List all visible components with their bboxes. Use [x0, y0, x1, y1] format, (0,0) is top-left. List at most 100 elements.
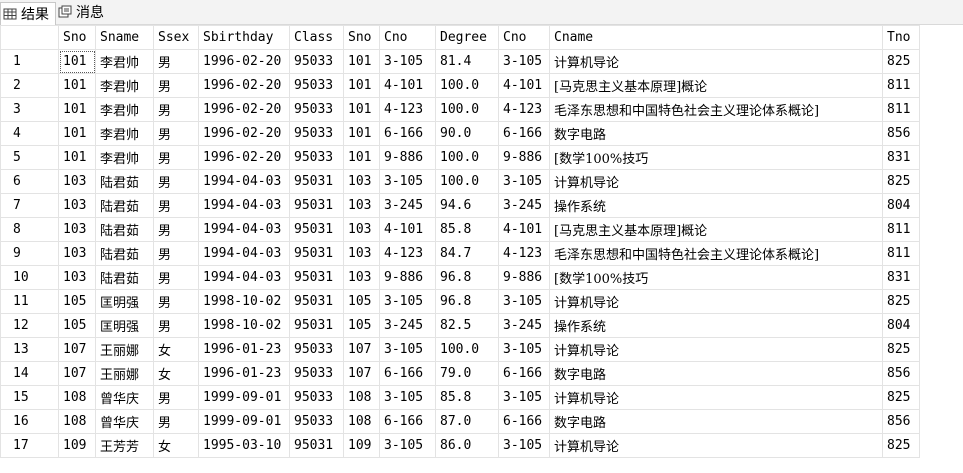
cell-cno[interactable]: 3-105 [379, 337, 436, 362]
column-header-row-number[interactable] [0, 25, 59, 50]
cell-cno[interactable]: 3-245 [379, 193, 436, 218]
cell-degree[interactable]: 100.0 [435, 145, 499, 170]
cell-sname[interactable]: 李君帅 [95, 73, 154, 98]
cell-cno-2[interactable]: 4-101 [498, 217, 550, 242]
cell-sno[interactable]: 101 [58, 121, 96, 146]
cell-tno[interactable]: 831 [882, 145, 920, 170]
cell-row-number[interactable]: 7 [0, 193, 59, 218]
cell-cno-2[interactable]: 3-245 [498, 313, 550, 338]
column-header-cno-2[interactable]: Cno [498, 25, 550, 50]
cell-sno-2[interactable]: 101 [343, 49, 380, 74]
cell-cname[interactable]: 操作系统 [549, 313, 883, 338]
cell-row-number[interactable]: 9 [0, 241, 59, 266]
cell-class[interactable]: 95033 [289, 121, 344, 146]
table-row[interactable]: 1 101 李君帅男 1996-02-20 95033 101 3-105 81.4 3-105… [0, 49, 920, 74]
cell-sname[interactable]: 王芳芳 [95, 433, 154, 458]
cell-sno-2[interactable]: 105 [343, 289, 380, 314]
cell-sno-2[interactable]: 101 [343, 73, 380, 98]
cell-cname[interactable]: 数字电路 [549, 361, 883, 386]
cell-cno[interactable]: 9-886 [379, 265, 436, 290]
cell-cname[interactable]: 计算机导论 [549, 385, 883, 410]
cell-sname[interactable]: 李君帅 [95, 97, 154, 122]
cell-tno[interactable]: 811 [882, 217, 920, 242]
cell-sbirthday[interactable]: 1996-02-20 [198, 73, 290, 98]
cell-sname[interactable]: 陆君茹 [95, 241, 154, 266]
column-header-sname[interactable]: Sname [95, 25, 154, 50]
column-header-cno[interactable]: Cno [379, 25, 436, 50]
cell-cno[interactable]: 6-166 [379, 121, 436, 146]
cell-cname[interactable]: 计算机导论 [549, 289, 883, 314]
cell-sno[interactable]: 103 [58, 169, 96, 194]
cell-ssex[interactable]: 男 [153, 241, 199, 266]
cell-sname[interactable]: 李君帅 [95, 121, 154, 146]
cell-cno[interactable]: 3-105 [379, 289, 436, 314]
cell-degree[interactable]: 100.0 [435, 73, 499, 98]
cell-sno-2[interactable]: 103 [343, 265, 380, 290]
cell-tno[interactable]: 825 [882, 337, 920, 362]
cell-ssex[interactable]: 男 [153, 145, 199, 170]
cell-cname[interactable]: [数学100%技巧 [549, 145, 883, 170]
cell-class[interactable]: 95033 [289, 409, 344, 434]
cell-cno-2[interactable]: 3-105 [498, 385, 550, 410]
cell-sno-2[interactable]: 103 [343, 169, 380, 194]
column-header-tno[interactable]: Tno [882, 25, 920, 50]
cell-cno-2[interactable]: 3-105 [498, 433, 550, 458]
cell-cno[interactable]: 3-105 [379, 433, 436, 458]
cell-degree[interactable]: 81.4 [435, 49, 499, 74]
cell-degree[interactable]: 96.8 [435, 265, 499, 290]
cell-sname[interactable]: 曾华庆 [95, 409, 154, 434]
cell-ssex[interactable]: 男 [153, 385, 199, 410]
cell-sno[interactable]: 101 [58, 145, 96, 170]
cell-sbirthday[interactable]: 1996-02-20 [198, 97, 290, 122]
cell-ssex[interactable]: 男 [153, 313, 199, 338]
cell-sname[interactable]: 王丽娜 [95, 361, 154, 386]
table-row[interactable]: 8 103 陆君茹男 1994-04-03 95031 103 4-101 85.8 4-101… [0, 217, 920, 242]
cell-sno[interactable]: 105 [58, 289, 96, 314]
cell-sno[interactable]: 103 [58, 241, 96, 266]
cell-sbirthday[interactable]: 1999-09-01 [198, 385, 290, 410]
cell-sbirthday[interactable]: 1994-04-03 [198, 265, 290, 290]
cell-class[interactable]: 95031 [289, 193, 344, 218]
table-row[interactable]: 15 108 曾华庆男 1999-09-01 95033 108 3-105 85.8 3-10… [0, 385, 920, 410]
cell-sname[interactable]: 王丽娜 [95, 337, 154, 362]
column-header-cname[interactable]: Cname [549, 25, 883, 50]
cell-sno[interactable]: 109 [58, 433, 96, 458]
cell-tno[interactable]: 804 [882, 193, 920, 218]
cell-cno-2[interactable]: 4-101 [498, 73, 550, 98]
cell-row-number[interactable]: 8 [0, 217, 59, 242]
cell-class[interactable]: 95033 [289, 49, 344, 74]
cell-degree[interactable]: 90.0 [435, 121, 499, 146]
cell-class[interactable]: 95033 [289, 73, 344, 98]
cell-degree[interactable]: 87.0 [435, 409, 499, 434]
cell-class[interactable]: 95031 [289, 169, 344, 194]
cell-row-number[interactable]: 14 [0, 361, 59, 386]
cell-cno[interactable]: 3-105 [379, 169, 436, 194]
cell-ssex[interactable]: 男 [153, 217, 199, 242]
cell-sbirthday[interactable]: 1994-04-03 [198, 241, 290, 266]
cell-cno[interactable]: 3-105 [379, 49, 436, 74]
cell-row-number[interactable]: 3 [0, 97, 59, 122]
cell-tno[interactable]: 804 [882, 313, 920, 338]
cell-cno-2[interactable]: 4-123 [498, 97, 550, 122]
cell-row-number[interactable]: 12 [0, 313, 59, 338]
table-row[interactable]: 13 107 王丽娜女 1996-01-23 95033 107 3-105 100.0 3-1… [0, 337, 920, 362]
cell-row-number[interactable]: 6 [0, 169, 59, 194]
cell-cno-2[interactable]: 3-105 [498, 289, 550, 314]
cell-cname[interactable]: 操作系统 [549, 193, 883, 218]
cell-sbirthday[interactable]: 1995-03-10 [198, 433, 290, 458]
cell-row-number[interactable]: 10 [0, 265, 59, 290]
cell-sname[interactable]: 匡明强 [95, 313, 154, 338]
cell-sno[interactable]: 108 [58, 409, 96, 434]
cell-sno[interactable]: 103 [58, 193, 96, 218]
table-row[interactable]: 12 105 匡明强男 1998-10-02 95031 105 3-245 82.5 3-24… [0, 313, 920, 338]
cell-sno-2[interactable]: 105 [343, 313, 380, 338]
cell-cno[interactable]: 4-123 [379, 241, 436, 266]
cell-class[interactable]: 95033 [289, 337, 344, 362]
cell-sno-2[interactable]: 103 [343, 217, 380, 242]
table-row[interactable]: 6 103 陆君茹男 1994-04-03 95031 103 3-105 100.0 3-10… [0, 169, 920, 194]
cell-tno[interactable]: 825 [882, 289, 920, 314]
cell-cname[interactable]: 计算机导论 [549, 49, 883, 74]
cell-sno[interactable]: 107 [58, 361, 96, 386]
cell-degree[interactable]: 94.6 [435, 193, 499, 218]
cell-sno-2[interactable]: 101 [343, 97, 380, 122]
